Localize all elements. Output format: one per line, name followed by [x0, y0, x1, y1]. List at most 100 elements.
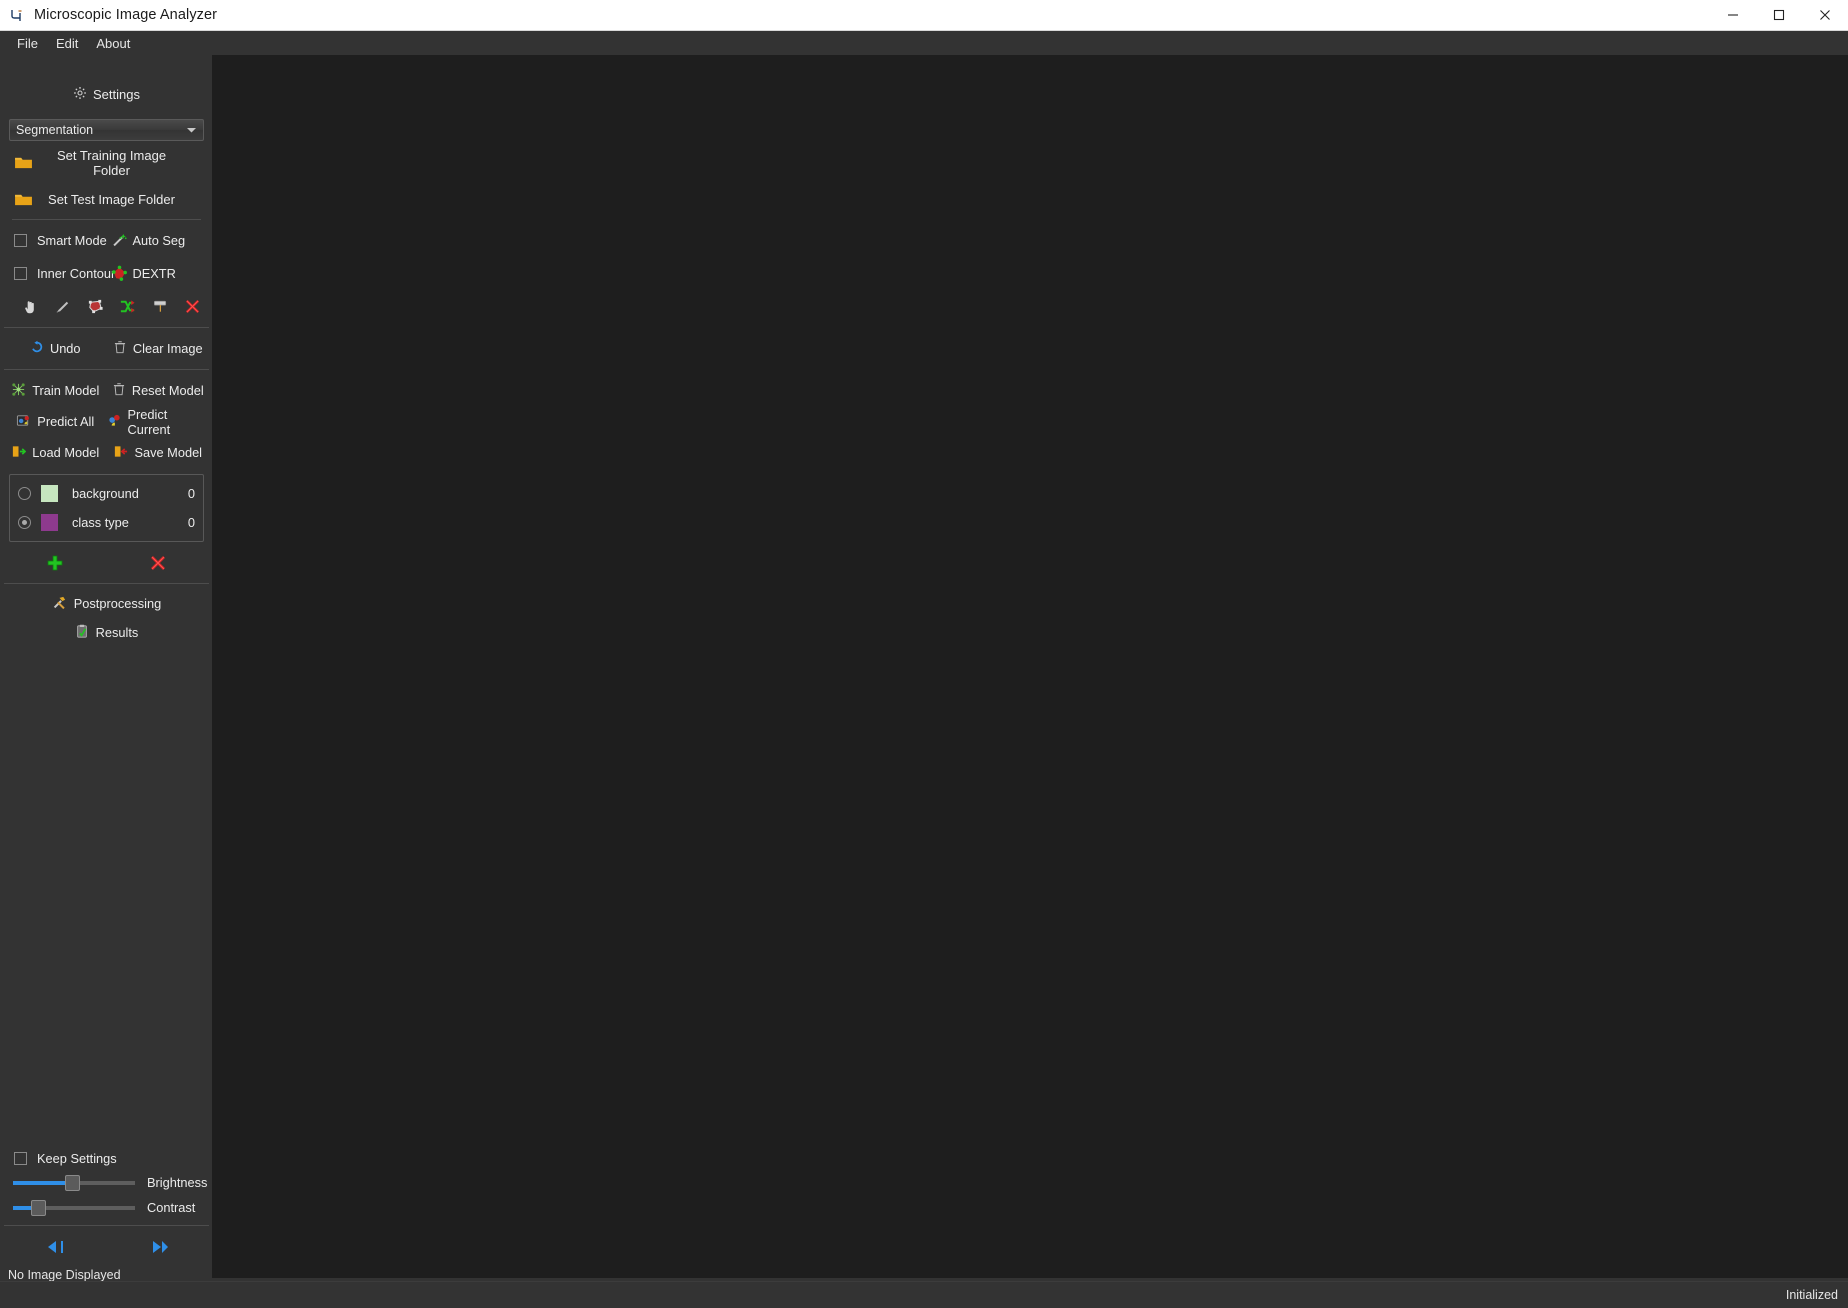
chevron-down-icon	[186, 123, 197, 137]
auto-seg-label: Auto Seg	[132, 233, 186, 248]
reset-model-button[interactable]: Reset Model	[107, 375, 210, 406]
undo-button[interactable]: Undo	[4, 333, 107, 364]
divider	[4, 1225, 209, 1226]
settings-button[interactable]: Settings	[4, 81, 209, 107]
auto-seg-button[interactable]: Auto Seg	[107, 224, 210, 257]
minimize-icon[interactable]	[1710, 0, 1756, 31]
load-model-label: Load Model	[32, 445, 100, 460]
train-reset-row: Train Model Reset Model	[4, 375, 209, 406]
mode-select[interactable]: Segmentation	[9, 119, 204, 141]
slider-thumb[interactable]	[65, 1174, 80, 1191]
divider	[4, 327, 209, 328]
postprocessing-button[interactable]: Postprocessing	[4, 589, 209, 618]
class-radio[interactable]	[18, 487, 31, 500]
status-right: Initialized	[1785, 1288, 1838, 1302]
menu-edit[interactable]: Edit	[47, 34, 87, 53]
load-model-icon	[11, 444, 27, 462]
keep-settings-label: Keep Settings	[37, 1150, 117, 1166]
divider	[4, 369, 209, 370]
train-model-icon	[11, 382, 26, 400]
image-navigation	[4, 1231, 209, 1263]
save-model-label: Save Model	[134, 445, 203, 460]
smart-mode-checkbox[interactable]: Smart Mode	[4, 224, 107, 257]
draw-line-icon[interactable]	[47, 291, 80, 321]
previous-image-icon[interactable]	[4, 1231, 107, 1263]
predict-all-button[interactable]: Predict All	[4, 406, 107, 437]
class-color-swatch[interactable]	[41, 485, 58, 502]
reset-model-label: Reset Model	[131, 383, 204, 398]
class-count: 0	[187, 515, 195, 530]
dextr-label: DEXTR	[132, 266, 176, 281]
delete-x-icon[interactable]	[177, 291, 210, 321]
pointer-hand-icon[interactable]	[14, 291, 47, 321]
brightness-slider-row: Brightness	[4, 1170, 209, 1195]
title-bar: Microscopic Image Analyzer	[0, 0, 1848, 31]
class-name: class type	[72, 515, 129, 530]
predict-current-button[interactable]: Predict Current	[107, 406, 210, 437]
window-controls	[1710, 0, 1848, 31]
results-clipboard-icon	[75, 624, 89, 641]
results-label: Results	[95, 625, 139, 640]
checkbox-box	[14, 234, 27, 247]
undo-icon	[30, 340, 44, 357]
checkbox-box	[14, 267, 27, 280]
slider-fill	[13, 1180, 71, 1185]
inner-contours-row: Inner Contours DEXTR	[4, 257, 209, 290]
load-model-button[interactable]: Load Model	[4, 437, 107, 468]
clear-image-button[interactable]: Clear Image	[107, 333, 210, 364]
class-radio[interactable]	[18, 516, 31, 529]
app-logo-icon	[8, 6, 26, 24]
predict-current-label: Predict Current	[127, 406, 171, 437]
clear-image-label: Clear Image	[132, 341, 203, 356]
contrast-slider[interactable]	[13, 1199, 135, 1217]
set-training-folder-button[interactable]: Set Training Image Folder	[4, 147, 209, 178]
mode-select-value: Segmentation	[16, 123, 94, 137]
set-training-folder-label: Set Training Image Folder	[56, 147, 167, 178]
remove-class-icon[interactable]	[107, 548, 210, 578]
status-bar: Initialized	[0, 1281, 1848, 1308]
menu-file[interactable]: File	[8, 34, 47, 53]
menu-bar: File Edit About	[0, 31, 1848, 55]
dextr-button[interactable]: DEXTR	[107, 257, 210, 290]
magic-wand-icon	[107, 232, 133, 249]
class-row[interactable]: background 0	[10, 479, 203, 508]
checkbox-box	[14, 1151, 27, 1165]
folder-icon	[14, 155, 40, 170]
divider	[12, 219, 201, 220]
gear-icon	[73, 86, 87, 103]
keep-settings-checkbox[interactable]: Keep Settings	[4, 1146, 209, 1170]
settings-label: Settings	[93, 86, 140, 102]
tool-palette	[4, 290, 209, 322]
inner-contours-checkbox[interactable]: Inner Contours	[4, 257, 122, 290]
predict-row: Predict All Predict Current	[4, 406, 209, 437]
brightness-label: Brightness	[147, 1175, 208, 1190]
image-canvas[interactable]	[212, 55, 1848, 1278]
merge-split-icon[interactable]	[112, 291, 145, 321]
save-model-button[interactable]: Save Model	[107, 437, 210, 468]
trash-icon	[113, 340, 127, 357]
slider-thumb[interactable]	[31, 1199, 46, 1216]
add-class-icon[interactable]	[4, 548, 107, 578]
predict-all-label: Predict All	[37, 414, 95, 429]
set-test-folder-button[interactable]: Set Test Image Folder	[4, 184, 209, 215]
next-image-icon[interactable]	[107, 1231, 210, 1263]
class-row[interactable]: class type 0	[10, 508, 203, 537]
polygon-icon[interactable]	[79, 291, 112, 321]
class-color-swatch[interactable]	[41, 514, 58, 531]
paint-roller-icon[interactable]	[144, 291, 177, 321]
maximize-icon[interactable]	[1756, 0, 1802, 31]
menu-about[interactable]: About	[87, 34, 139, 53]
edit-buttons-row: Undo Clear Image	[4, 333, 209, 364]
close-icon[interactable]	[1802, 0, 1848, 31]
predict-all-icon	[16, 413, 31, 431]
brightness-slider[interactable]	[13, 1174, 135, 1192]
window-title: Microscopic Image Analyzer	[34, 7, 218, 23]
sidebar: Settings Segmentation Set Training Image…	[0, 55, 209, 1288]
predict-current-icon	[107, 413, 122, 431]
class-count: 0	[187, 486, 195, 501]
dextr-polygon-icon	[107, 265, 133, 282]
bottom-controls: Keep Settings Brightness Contrast No Ima…	[4, 1146, 209, 1288]
tools-hammer-icon	[52, 595, 67, 613]
train-model-button[interactable]: Train Model	[4, 375, 107, 406]
results-button[interactable]: Results	[4, 618, 209, 647]
